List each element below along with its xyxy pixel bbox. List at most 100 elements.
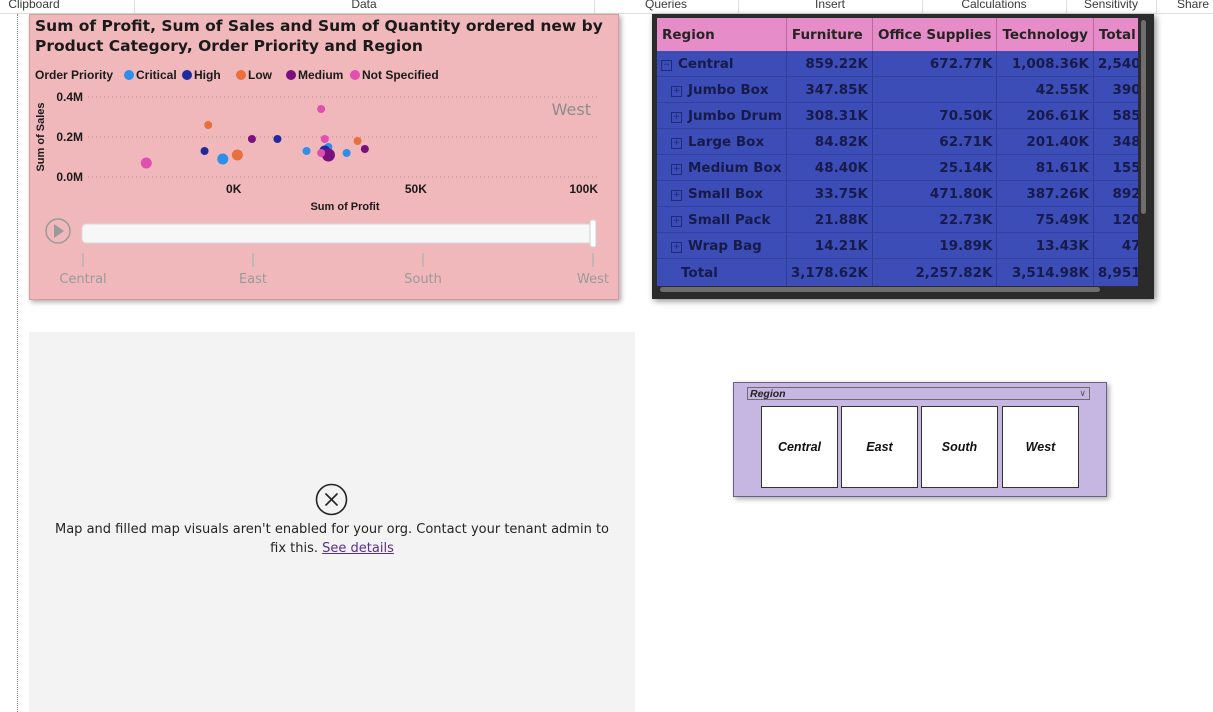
row-label: Jumbo Box xyxy=(688,81,769,98)
table-cell: 42.55K xyxy=(996,76,1094,103)
see-details-link[interactable]: See details xyxy=(322,541,394,556)
data-point-critical[interactable] xyxy=(217,153,229,165)
row-header[interactable]: + Small Box xyxy=(657,180,787,207)
slicer-tile-central[interactable]: Central xyxy=(761,406,838,488)
column-header-technology[interactable]: Technology xyxy=(996,18,1094,51)
play-axis-handle[interactable] xyxy=(589,219,597,248)
slicer-header[interactable]: Region ∨ xyxy=(747,387,1090,400)
column-header-region[interactable]: Region xyxy=(657,18,787,51)
table-row[interactable]: + Medium Box48.40K25.14K81.61K155.1 xyxy=(657,154,1138,181)
ribbon-separator xyxy=(1066,0,1067,13)
table-cell: 33.75K xyxy=(786,180,873,207)
expand-icon[interactable]: + xyxy=(671,163,682,175)
play-axis-current-label: West xyxy=(552,100,591,119)
table-cell: 19.89K xyxy=(872,232,998,259)
data-point-not-specified[interactable] xyxy=(140,157,152,169)
column-header-total[interactable]: Total xyxy=(1093,18,1138,51)
data-point-not-specified[interactable] xyxy=(317,149,326,157)
data-point-not-specified[interactable] xyxy=(320,135,329,143)
play-axis-tick-label[interactable]: East xyxy=(239,272,267,287)
play-axis-tick-label[interactable]: Central xyxy=(59,272,106,287)
table-cell: 390.4 xyxy=(1093,76,1138,103)
data-point-medium[interactable] xyxy=(247,135,256,143)
table-cell: 47.5 xyxy=(1093,232,1138,259)
ribbon-label-clipboard: Clipboard xyxy=(8,0,60,11)
table-cell: 347.85K xyxy=(786,76,873,103)
table-cell: 22.73K xyxy=(872,206,998,233)
ribbon-group-labels: Clipboard Data Queries Insert Calculatio… xyxy=(0,0,1213,14)
table-cell: 70.50K xyxy=(872,102,998,129)
total-cell: 3,514.98K xyxy=(996,258,1094,286)
scatter-chart-svg[interactable]: Order Priority Critical High Low Medium Not S… xyxy=(30,15,618,299)
data-point-medium[interactable] xyxy=(360,145,369,153)
table-row[interactable]: + Large Box 84.82K62.71K201.40K348.9 xyxy=(657,128,1138,155)
expand-icon[interactable]: + xyxy=(671,215,682,227)
row-header[interactable]: + Jumbo Drum xyxy=(657,102,787,129)
legend-item-label[interactable]: High xyxy=(194,68,221,82)
region-slicer[interactable]: Region ∨ Central East South West xyxy=(733,382,1107,497)
slicer-tile-west[interactable]: West xyxy=(1002,406,1079,488)
data-point-high[interactable] xyxy=(273,135,282,143)
data-point-low[interactable] xyxy=(204,121,213,129)
legend-item-label[interactable]: Medium xyxy=(298,68,343,82)
legend-marker xyxy=(350,70,360,80)
row-label: Central xyxy=(678,55,734,72)
data-point-not-specified[interactable] xyxy=(317,105,326,113)
table-row[interactable]: + Jumbo Box 347.85K 42.55K390.4 xyxy=(657,76,1138,103)
row-header[interactable]: + Medium Box xyxy=(657,154,787,181)
total-cell: 8,951.4 xyxy=(1093,258,1138,286)
row-header[interactable]: + Wrap Bag xyxy=(657,232,787,259)
row-header[interactable]: + Small Pack xyxy=(657,206,787,233)
legend-marker xyxy=(182,70,192,80)
expand-icon[interactable]: + xyxy=(671,85,682,97)
ribbon-label-sensitivity: Sensitivity xyxy=(1083,0,1139,11)
ribbon-separator xyxy=(594,0,595,13)
table-row[interactable]: −Central859.22K672.77K1,008.36K2,540.3 xyxy=(657,51,1138,77)
chevron-down-icon[interactable]: ∨ xyxy=(1079,387,1086,400)
play-axis-tick-label[interactable]: South xyxy=(404,272,442,287)
slicer-tile-south[interactable]: South xyxy=(921,406,998,488)
slicer-tile-east[interactable]: East xyxy=(841,406,918,488)
row-header[interactable]: − Central xyxy=(657,51,787,77)
column-header-furniture[interactable]: Furniture xyxy=(786,18,873,51)
play-axis-tick-label[interactable]: West xyxy=(577,272,609,287)
play-axis-track[interactable] xyxy=(81,223,595,244)
scatter-chart-visual[interactable]: Sum of Profit, Sum of Sales and Sum of Q… xyxy=(29,14,619,300)
data-point-critical[interactable] xyxy=(302,147,311,155)
legend-item-label[interactable]: Low xyxy=(248,68,273,82)
table-row[interactable]: + Small Box 33.75K471.80K387.26K892.8 xyxy=(657,180,1138,207)
expand-icon[interactable]: + xyxy=(671,111,682,123)
table-cell: 348.9 xyxy=(1093,128,1138,155)
y-tick-label: 0.2M xyxy=(56,130,83,144)
matrix-visual[interactable]: Region Furniture Office Supplies Technol… xyxy=(652,14,1154,299)
table-cell: 859.22K xyxy=(786,51,873,77)
matrix-header-row: Region Furniture Office Supplies Technol… xyxy=(657,18,1138,51)
x-tick-label: 50K xyxy=(405,182,427,196)
x-tick-label: 0K xyxy=(226,182,242,196)
collapse-icon[interactable]: − xyxy=(661,59,672,71)
row-header[interactable]: + Large Box xyxy=(657,128,787,155)
data-point-low[interactable] xyxy=(231,149,243,161)
row-label: Large Box xyxy=(688,133,765,150)
expand-icon[interactable]: + xyxy=(671,137,682,149)
horizontal-scrollbar[interactable] xyxy=(660,287,1100,292)
vertical-scrollbar[interactable] xyxy=(1141,20,1146,214)
ribbon-separator xyxy=(1156,0,1157,13)
table-cell: 48.40K xyxy=(786,154,873,181)
data-point-low[interactable] xyxy=(353,137,362,145)
data-point-high[interactable] xyxy=(200,147,209,155)
table-cell: 471.80K xyxy=(872,180,998,207)
table-row[interactable]: + Wrap Bag 14.21K19.89K13.43K47.5 xyxy=(657,232,1138,259)
x-axis-title: Sum of Profit xyxy=(310,201,379,213)
table-row[interactable]: + Small Pack 21.88K22.73K75.49K120.1 xyxy=(657,206,1138,233)
expand-icon[interactable]: + xyxy=(671,241,682,253)
table-cell: 206.61K xyxy=(996,102,1094,129)
row-header[interactable]: + Jumbo Box xyxy=(657,76,787,103)
expand-icon[interactable]: + xyxy=(671,189,682,201)
table-cell: 120.1 xyxy=(1093,206,1138,233)
column-header-office-supplies[interactable]: Office Supplies xyxy=(872,18,998,51)
table-row[interactable]: + Jumbo Drum308.31K70.50K206.61K585.4 xyxy=(657,102,1138,129)
data-point-critical[interactable] xyxy=(342,149,351,157)
legend-item-label[interactable]: Critical xyxy=(136,68,177,82)
legend-item-label[interactable]: Not Specified xyxy=(362,68,439,82)
